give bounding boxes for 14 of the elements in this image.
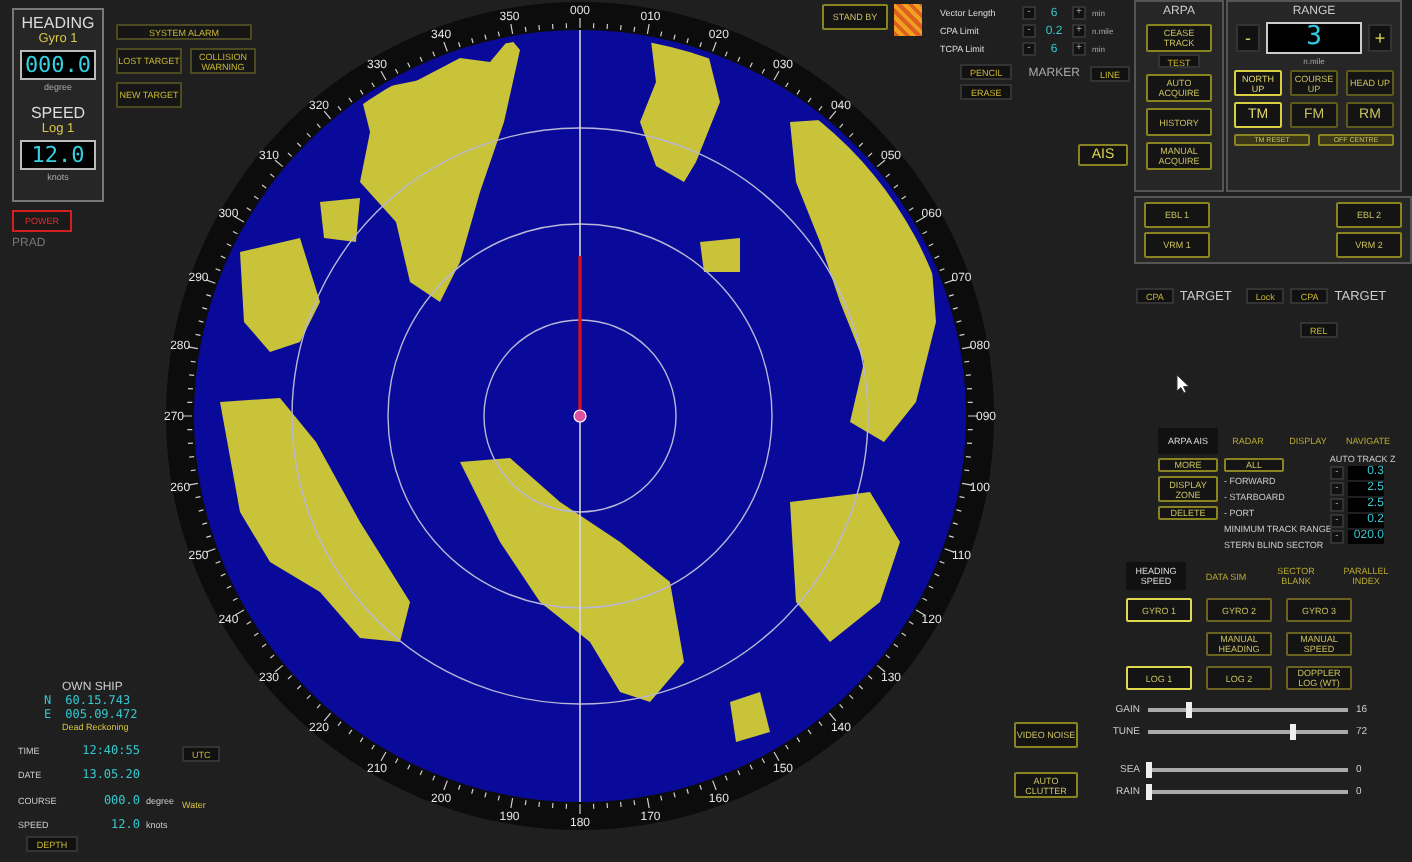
slider-thumb[interactable] [1146,784,1152,800]
slider-thumb[interactable] [1290,724,1296,740]
cursor-icon [1176,374,1190,394]
speed-label: SPEED [30,104,86,122]
slider-thumb[interactable] [1186,702,1192,718]
heading-label: HEADING [21,14,95,32]
slider-thumb[interactable] [1146,762,1152,778]
speed-display: 12.0 [20,140,96,170]
heading-display: 000.0 [20,50,96,80]
range-display: 3 [1266,22,1362,54]
increase-button[interactable]: + [1368,24,1392,52]
emblem-icon [894,4,922,36]
own-ship-icon [573,409,587,423]
decrease-button[interactable]: - [1236,24,1260,52]
